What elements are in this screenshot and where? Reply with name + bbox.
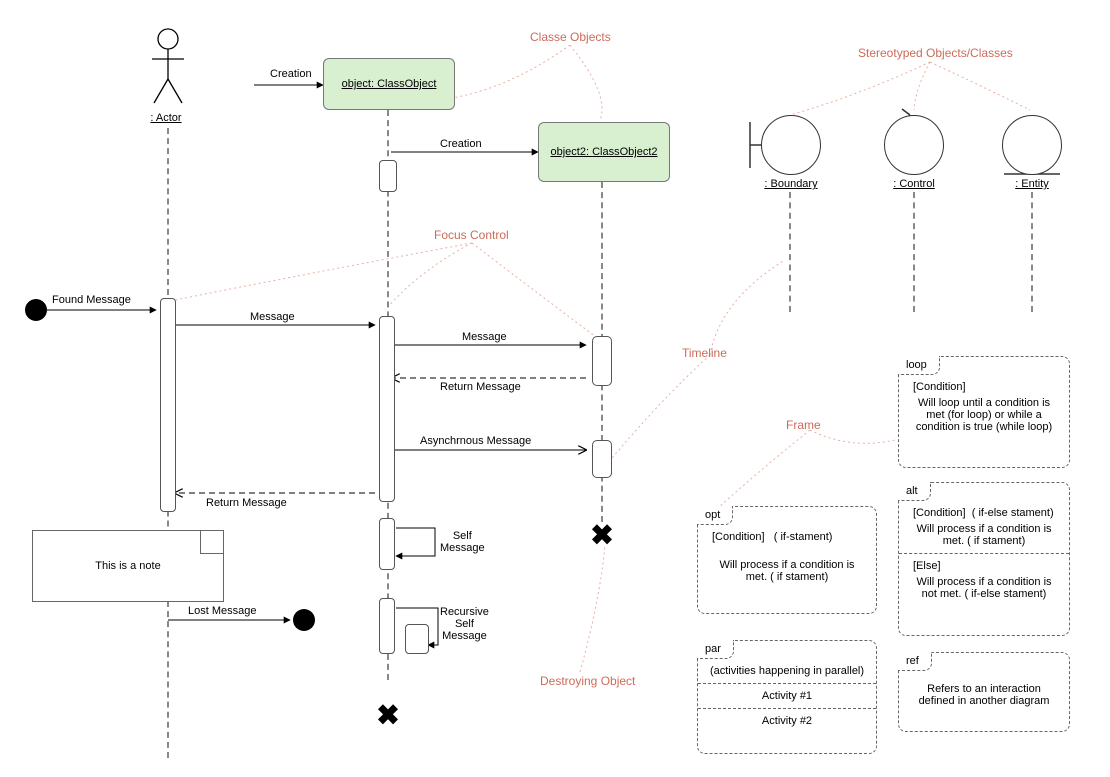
frame-par-head: (activities happening in parallel)	[708, 665, 866, 677]
label-recursive: Recursive Self Message	[440, 606, 489, 642]
frame-par-a1: Activity #1	[708, 690, 866, 702]
object1-box: object: ClassObject	[323, 58, 455, 110]
control-label: : Control	[874, 178, 954, 190]
activation-recursive	[379, 598, 395, 654]
entity-label: : Entity	[992, 178, 1072, 190]
lifeline-entity	[1031, 192, 1033, 312]
label-async: Asynchrnous Message	[420, 435, 531, 447]
note-box: This is a note	[32, 530, 224, 602]
frame-opt: opt [Condition] ( if-stament) Will proce…	[697, 506, 877, 614]
anno-frame: Frame	[786, 418, 821, 432]
frame-loop: loop [Condition] Will loop until a condi…	[898, 356, 1070, 468]
frame-opt-cond: [Condition]	[712, 531, 765, 543]
boundary-label: : Boundary	[751, 178, 831, 190]
frame-alt-tag: alt	[898, 482, 931, 501]
activation-recursive-inner	[405, 624, 429, 654]
anno-focus: Focus Control	[434, 228, 509, 242]
frame-ref: ref Refers to an interaction defined in …	[898, 652, 1070, 732]
frame-ref-tag: ref	[898, 652, 932, 671]
actor-label: : Actor	[136, 112, 196, 124]
note-text: This is a note	[95, 560, 160, 572]
frame-alt-else: [Else]	[909, 560, 1059, 576]
frame-alt-body2: Will process if a condition is not met. …	[909, 576, 1059, 600]
label-msg1: Message	[250, 311, 295, 323]
frame-opt-tag: opt	[697, 506, 733, 525]
control-circle	[884, 115, 944, 175]
activation-obj2-2	[592, 440, 612, 478]
frame-opt-hint: ( if-stament)	[774, 531, 833, 543]
frame-alt-hint: ( if-else stament)	[972, 507, 1054, 519]
label-found: Found Message	[52, 294, 131, 306]
anno-destroy: Destroying Object	[540, 674, 635, 688]
anno-classe: Classe Objects	[530, 30, 611, 44]
frame-loop-cond: [Condition]	[909, 381, 1059, 397]
frame-par-a2: Activity #2	[708, 715, 866, 727]
object2-box: object2: ClassObject2	[538, 122, 670, 182]
activation-actor	[160, 298, 176, 512]
anno-stereo-title: Stereotyped Objects/Classes	[858, 46, 1013, 60]
lifeline-control	[913, 192, 915, 312]
frame-alt-body1: Will process if a condition is met. ( if…	[909, 523, 1059, 547]
frame-opt-body: Will process if a condition is met. ( if…	[708, 559, 866, 583]
label-creation2: Creation	[440, 138, 482, 150]
frame-alt-cond: [Condition]	[913, 507, 966, 519]
frame-alt: alt [Condition] ( if-else stament) Will …	[898, 482, 1070, 636]
lifeline-boundary	[789, 192, 791, 312]
activation-obj1-main	[379, 316, 395, 502]
label-lost: Lost Message	[188, 605, 256, 617]
frame-loop-tag: loop	[898, 356, 940, 375]
entity-circle	[1002, 115, 1062, 175]
activation-obj1-top	[379, 160, 397, 192]
label-self: Self Message	[440, 530, 485, 554]
anno-timeline: Timeline	[682, 346, 727, 360]
frame-par: par (activities happening in parallel) A…	[697, 640, 877, 754]
frame-loop-body: Will loop until a condition is met (for …	[909, 397, 1059, 433]
frame-ref-body: Refers to an interaction defined in anot…	[909, 683, 1059, 707]
label-msg2: Message	[462, 331, 507, 343]
label-return2: Return Message	[206, 497, 287, 509]
activation-self	[379, 518, 395, 570]
destroy-x-obj2: ✖	[590, 519, 613, 552]
lost-gate-dot	[293, 609, 315, 631]
actor-icon	[148, 27, 188, 107]
frame-par-tag: par	[697, 640, 734, 659]
boundary-circle	[761, 115, 821, 175]
found-gate-dot	[25, 299, 47, 321]
label-return1: Return Message	[440, 381, 521, 393]
destroy-x-obj1: ✖	[376, 699, 399, 732]
label-creation1: Creation	[270, 68, 312, 80]
activation-obj2-1	[592, 336, 612, 386]
